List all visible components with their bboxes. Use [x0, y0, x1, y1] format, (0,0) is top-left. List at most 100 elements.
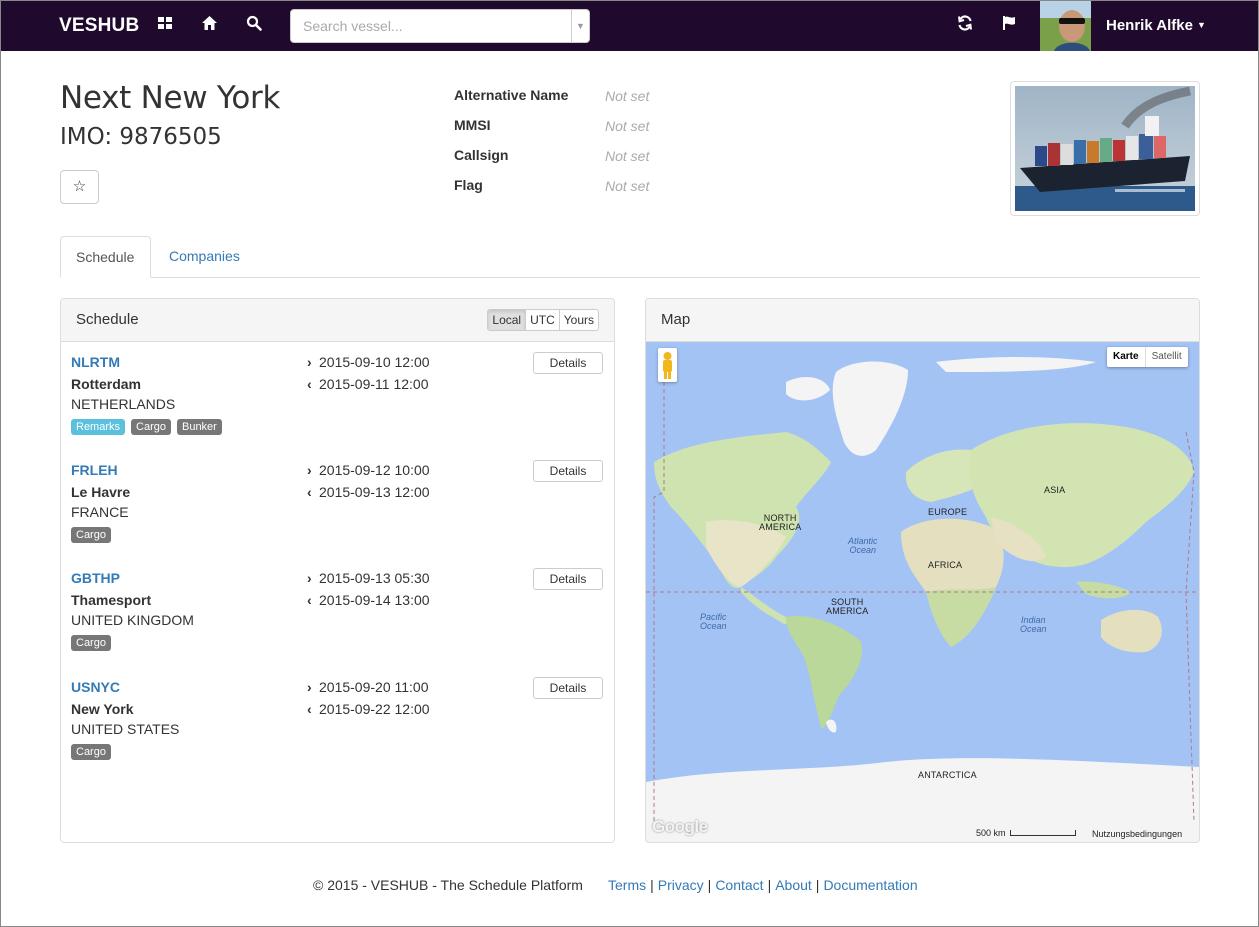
caret-down-icon: ▼: [1196, 20, 1206, 30]
details-button[interactable]: Details: [533, 460, 603, 482]
chevron-left-icon: ‹: [307, 484, 312, 500]
departure-time-value: 2015-09-13 12:00: [319, 484, 430, 500]
entry-tags: Remarks Cargo Bunker: [71, 419, 222, 435]
footer-copyright: © 2015 - VESHUB - The Schedule Platform: [313, 877, 583, 893]
cargo-badge: Cargo: [71, 744, 111, 760]
map-type-satellit-button[interactable]: Satellit: [1146, 347, 1188, 367]
map-label-antarctica: ANTARCTICA: [918, 770, 977, 780]
flag-icon[interactable]: [1002, 15, 1020, 35]
port-code-link[interactable]: GBTHP: [71, 570, 120, 586]
property-value: Not set: [605, 148, 650, 164]
world-map[interactable]: Karte Satellit NORTH AMERICA SOUTH AMERI…: [646, 342, 1199, 842]
user-menu[interactable]: Henrik Alfke ▼: [1106, 17, 1206, 34]
vessel-photo[interactable]: [1010, 81, 1200, 216]
map-label-europe: EUROPE: [928, 507, 968, 517]
footer-link-privacy[interactable]: Privacy: [658, 877, 704, 893]
port-country: NETHERLANDS: [71, 396, 176, 412]
brand-logo[interactable]: VESHUB: [59, 15, 139, 37]
google-logo: Google: [652, 817, 708, 836]
arrival-time: › 2015-09-13 05:30: [307, 570, 430, 586]
map-panel: Map Karte Satellit NORTH AMERICA SOUTH A…: [645, 298, 1200, 843]
search-input[interactable]: [291, 10, 571, 42]
vessel-tabs: Schedule Companies: [60, 236, 1200, 278]
user-name: Henrik Alfke: [1106, 17, 1193, 34]
vessel-search[interactable]: ▼: [290, 9, 590, 43]
map-scale-label: 500 km: [976, 828, 1006, 838]
port-code-link[interactable]: FRLEH: [71, 462, 118, 478]
map-label-pacific: Pacific Ocean: [700, 612, 727, 631]
footer-link-contact[interactable]: Contact: [715, 877, 763, 893]
chevron-right-icon: ›: [307, 570, 312, 586]
map-label-atlantic: Atlantic Ocean: [848, 536, 878, 555]
search-icon[interactable]: [246, 15, 264, 35]
remarks-badge[interactable]: Remarks: [71, 419, 126, 435]
property-key: Alternative Name: [454, 87, 569, 103]
arrival-time-value: 2015-09-10 12:00: [319, 354, 430, 370]
top-navbar: VESHUB ▼ Henrik Alfke▼: [0, 0, 1259, 51]
schedule-panel: Schedule Local UTC Yours NLRTM Rotterdam…: [60, 298, 615, 843]
timezone-local-button[interactable]: Local: [488, 310, 526, 330]
chevron-left-icon: ‹: [307, 376, 312, 392]
footer-links: Terms | Privacy | Contact | About | Documentatio…: [608, 877, 918, 893]
port-city: Thamesport: [71, 592, 152, 608]
map-panel-header: Map: [646, 299, 1199, 342]
arrival-time-value: 2015-09-20 11:00: [319, 679, 429, 695]
dashboard-grid-icon[interactable]: [157, 15, 175, 35]
schedule-panel-header: Schedule Local UTC Yours: [61, 299, 614, 342]
arrival-time-value: 2015-09-13 05:30: [319, 570, 430, 586]
tab-companies[interactable]: Companies: [154, 236, 255, 278]
property-value: Not set: [605, 178, 650, 194]
property-key: MMSI: [454, 117, 491, 133]
port-code-link[interactable]: USNYC: [71, 679, 120, 695]
timezone-yours-button[interactable]: Yours: [558, 310, 598, 330]
vessel-name: Next New York: [60, 80, 281, 116]
map-scale-bar: [1009, 830, 1076, 836]
departure-time-value: 2015-09-14 13:00: [319, 592, 430, 608]
map-type-karte-button[interactable]: Karte: [1107, 347, 1146, 367]
departure-time: ‹ 2015-09-13 12:00: [307, 484, 430, 500]
details-button[interactable]: Details: [533, 568, 603, 590]
search-dropdown-caret-icon[interactable]: ▼: [571, 10, 589, 42]
port-country: UNITED KINGDOM: [71, 612, 194, 628]
schedule-entry: USNYC New York UNITED STATES Cargo › 2015…: [71, 677, 603, 777]
port-city: Rotterdam: [71, 376, 142, 392]
schedule-panel-title: Schedule: [76, 311, 139, 328]
timezone-utc-button[interactable]: UTC: [525, 310, 559, 330]
arrival-time: › 2015-09-12 10:00: [307, 462, 430, 478]
arrival-time: › 2015-09-20 11:00: [307, 679, 429, 695]
user-avatar[interactable]: [1040, 0, 1091, 51]
footer-separator: |: [815, 877, 820, 893]
entry-tags: Cargo: [71, 635, 111, 651]
footer-link-terms[interactable]: Terms: [608, 877, 646, 893]
port-country: UNITED STATES: [71, 721, 180, 737]
bunker-badge: Bunker: [176, 419, 222, 435]
departure-time: ‹ 2015-09-14 13:00: [307, 592, 430, 608]
map-panel-title: Map: [661, 311, 691, 328]
details-button[interactable]: Details: [533, 352, 603, 374]
map-label-indian: Indian Ocean: [1020, 615, 1047, 634]
favorite-button[interactable]: ☆: [60, 170, 99, 204]
schedule-entry: NLRTM Rotterdam NETHERLANDS Remarks Carg…: [71, 352, 603, 452]
home-icon[interactable]: [201, 15, 219, 35]
footer-link-documentation[interactable]: Documentation: [823, 877, 917, 893]
footer-separator: |: [767, 877, 772, 893]
cargo-badge: Cargo: [71, 635, 111, 651]
map-label-north-america: NORTH AMERICA: [759, 513, 802, 532]
entry-tags: Cargo: [71, 744, 111, 760]
map-terms-link[interactable]: Nutzungsbedingungen: [1092, 829, 1182, 839]
timezone-toggle: Local UTC Yours: [487, 309, 599, 331]
chevron-right-icon: ›: [307, 462, 312, 478]
street-view-pegman-icon[interactable]: [658, 348, 677, 382]
refresh-icon[interactable]: [957, 15, 975, 35]
property-value: Not set: [605, 88, 650, 104]
footer-separator: |: [707, 877, 712, 893]
arrival-time: › 2015-09-10 12:00: [307, 354, 430, 370]
cargo-badge: Cargo: [71, 527, 111, 543]
schedule-entry: FRLEH Le Havre FRANCE Cargo › 2015-09-12 …: [71, 460, 603, 560]
port-code-link[interactable]: NLRTM: [71, 354, 120, 370]
footer-link-about[interactable]: About: [775, 877, 812, 893]
map-label-africa: AFRICA: [928, 560, 963, 570]
details-button[interactable]: Details: [533, 677, 603, 699]
chevron-right-icon: ›: [307, 354, 312, 370]
tab-schedule[interactable]: Schedule: [60, 236, 151, 278]
